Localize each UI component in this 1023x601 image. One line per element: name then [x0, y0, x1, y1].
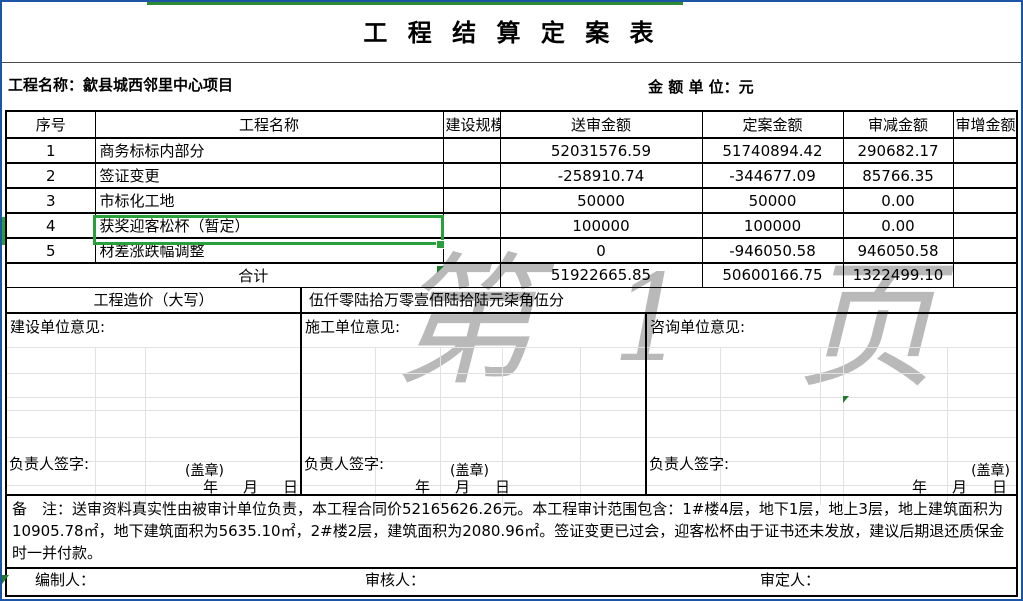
cell-scale[interactable] — [443, 163, 500, 188]
cell-scale[interactable] — [443, 188, 500, 213]
cell-scale[interactable] — [443, 238, 500, 263]
page-break-marker-icon — [437, 266, 444, 273]
page-title: 工 程 结 算 定 案 表 — [0, 13, 1023, 48]
cell-submitted[interactable]: 52031576.59 — [500, 138, 702, 163]
cell-submitted[interactable]: 100000 — [500, 213, 702, 238]
col-header-reduced[interactable]: 审减金额 — [843, 112, 953, 138]
cell-name[interactable]: 市标化工地 — [95, 188, 443, 213]
cell-reduced[interactable]: 0.00 — [843, 213, 953, 238]
cell-increased[interactable] — [953, 163, 1016, 188]
opinion-section-contractor[interactable]: 施工单位意见: 负责人签字: (盖章) 年 月 日 — [302, 314, 647, 494]
settlement-sheet: 序号 工程名称 建设规模 送审金额 定案金额 审减金额 审增金额 1 商务标标内… — [5, 110, 1018, 597]
cell-finalized[interactable]: -344677.09 — [702, 163, 843, 188]
table-row: 1 商务标标内部分 52031576.59 51740894.42 290682… — [7, 138, 1016, 163]
date-label: 年 月 日 — [415, 476, 515, 497]
active-cell-selection[interactable] — [93, 215, 444, 245]
cell-scale[interactable] — [443, 138, 500, 163]
settlement-table: 序号 工程名称 建设规模 送审金额 定案金额 审减金额 审增金额 1 商务标标内… — [7, 112, 1016, 288]
table-header-row: 序号 工程名称 建设规模 送审金额 定案金额 审减金额 审增金额 — [7, 112, 1016, 138]
col-header-finalized[interactable]: 定案金额 — [702, 112, 843, 138]
date-label: 年 月 日 — [203, 476, 303, 497]
cell-no[interactable]: 5 — [7, 238, 95, 263]
cell-submitted[interactable]: 0 — [500, 238, 702, 263]
cell-finalized[interactable]: 51740894.42 — [702, 138, 843, 163]
amount-in-words-label[interactable]: 工程造价（大写） — [7, 288, 302, 312]
approver-label[interactable]: 审定人： — [760, 569, 820, 590]
date-label: 年 月 日 — [912, 476, 1012, 497]
opinions-band: 建设单位意见: 负责人签字: (盖章) 年 月 日 施工单位意见: 负责人签字:… — [7, 314, 1016, 496]
opinion-section-construction-owner[interactable]: 建设单位意见: 负责人签字: (盖章) 年 月 日 — [7, 314, 302, 494]
sign-label: 负责人签字: — [649, 453, 729, 474]
cell-scale[interactable] — [443, 213, 500, 238]
amount-in-words-band: 工程造价（大写） 伍仟零陆拾万零壹佰陆拾陆元柒角伍分 — [7, 288, 1016, 314]
cell-increased[interactable] — [953, 238, 1016, 263]
amount-unit-label: 金 额 单 位：元 — [648, 76, 754, 97]
amount-in-words-value[interactable]: 伍仟零陆拾万零壹佰陆拾陆元柒角伍分 — [302, 288, 1016, 312]
cell-finalized[interactable]: 100000 — [702, 213, 843, 238]
cell-no[interactable]: 3 — [7, 188, 95, 213]
col-header-increased[interactable]: 审增金额 — [953, 112, 1016, 138]
col-header-name[interactable]: 工程名称 — [95, 112, 443, 138]
sign-label: 负责人签字: — [304, 453, 384, 474]
sign-label: 负责人签字: — [9, 453, 89, 474]
cell-reduced[interactable]: 85766.35 — [843, 163, 953, 188]
cell-submitted[interactable]: -258910.74 — [500, 163, 702, 188]
row-selection-indicator — [2, 217, 5, 245]
remark-text: 送审资料真实性由被审计单位负责，本工程合同价52165626.26元。本工程审计… — [12, 500, 1004, 562]
fill-handle[interactable] — [436, 240, 445, 249]
opinion-label: 建设单位意见: — [10, 316, 105, 337]
cell-reduced[interactable]: 946050.58 — [843, 238, 953, 263]
cell-total-increased[interactable] — [953, 263, 1016, 287]
opinion-section-consultant[interactable]: 咨询单位意见: 负责人签字: (盖章) 年 月 日 — [647, 314, 1016, 494]
table-row: 2 签证变更 -258910.74 -344677.09 85766.35 — [7, 163, 1016, 188]
cell-submitted[interactable]: 50000 — [500, 188, 702, 213]
cell-total-submitted[interactable]: 51922665.85 — [500, 263, 702, 287]
cell-name[interactable]: 商务标标内部分 — [95, 138, 443, 163]
table-row: 3 市标化工地 50000 50000 0.00 — [7, 188, 1016, 213]
cell-no[interactable]: 4 — [7, 213, 95, 238]
top-green-strip — [147, 2, 683, 5]
col-header-submitted[interactable]: 送审金额 — [500, 112, 702, 138]
cell-total-finalized[interactable]: 50600166.75 — [702, 263, 843, 287]
cell-name[interactable]: 签证变更 — [95, 163, 443, 188]
cell-finalized[interactable]: 50000 — [702, 188, 843, 213]
remark-label: 备 注： — [12, 500, 72, 518]
cell-total-label[interactable]: 合计 — [7, 263, 500, 287]
reviewer-label[interactable]: 审核人： — [365, 569, 425, 590]
col-header-no[interactable]: 序号 — [7, 112, 95, 138]
remark-cell[interactable]: 备 注：送审资料真实性由被审计单位负责，本工程合同价52165626.26元。本… — [7, 496, 1016, 569]
opinion-label: 咨询单位意见: — [650, 316, 745, 337]
opinion-label: 施工单位意见: — [305, 316, 400, 337]
cell-increased[interactable] — [953, 188, 1016, 213]
cell-reduced[interactable]: 0.00 — [843, 188, 953, 213]
cell-no[interactable]: 1 — [7, 138, 95, 163]
spreadsheet-print-view: 第 1 页 工 程 结 算 定 案 表 工程名称：歙县城西邻里中心项目 金 额 … — [0, 0, 1023, 601]
cell-finalized[interactable]: -946050.58 — [702, 238, 843, 263]
cell-total-reduced[interactable]: 1322499.10 — [843, 263, 953, 287]
divider — [2, 62, 1021, 63]
project-name-cell[interactable]: 工程名称：歙县城西邻里中心项目 — [8, 74, 233, 95]
page-break-marker-icon — [843, 396, 849, 403]
cell-increased[interactable] — [953, 138, 1016, 163]
cell-increased[interactable] — [953, 213, 1016, 238]
signers-row: 编制人： 审核人： 审定人： — [7, 569, 1016, 584]
page-break-marker-icon — [2, 575, 9, 584]
preparer-label[interactable]: 编制人： — [35, 569, 95, 590]
col-header-scale[interactable]: 建设规模 — [443, 112, 500, 138]
cell-no[interactable]: 2 — [7, 163, 95, 188]
table-total-row: 合计 51922665.85 50600166.75 1322499.10 — [7, 263, 1016, 287]
cell-reduced[interactable]: 290682.17 — [843, 138, 953, 163]
